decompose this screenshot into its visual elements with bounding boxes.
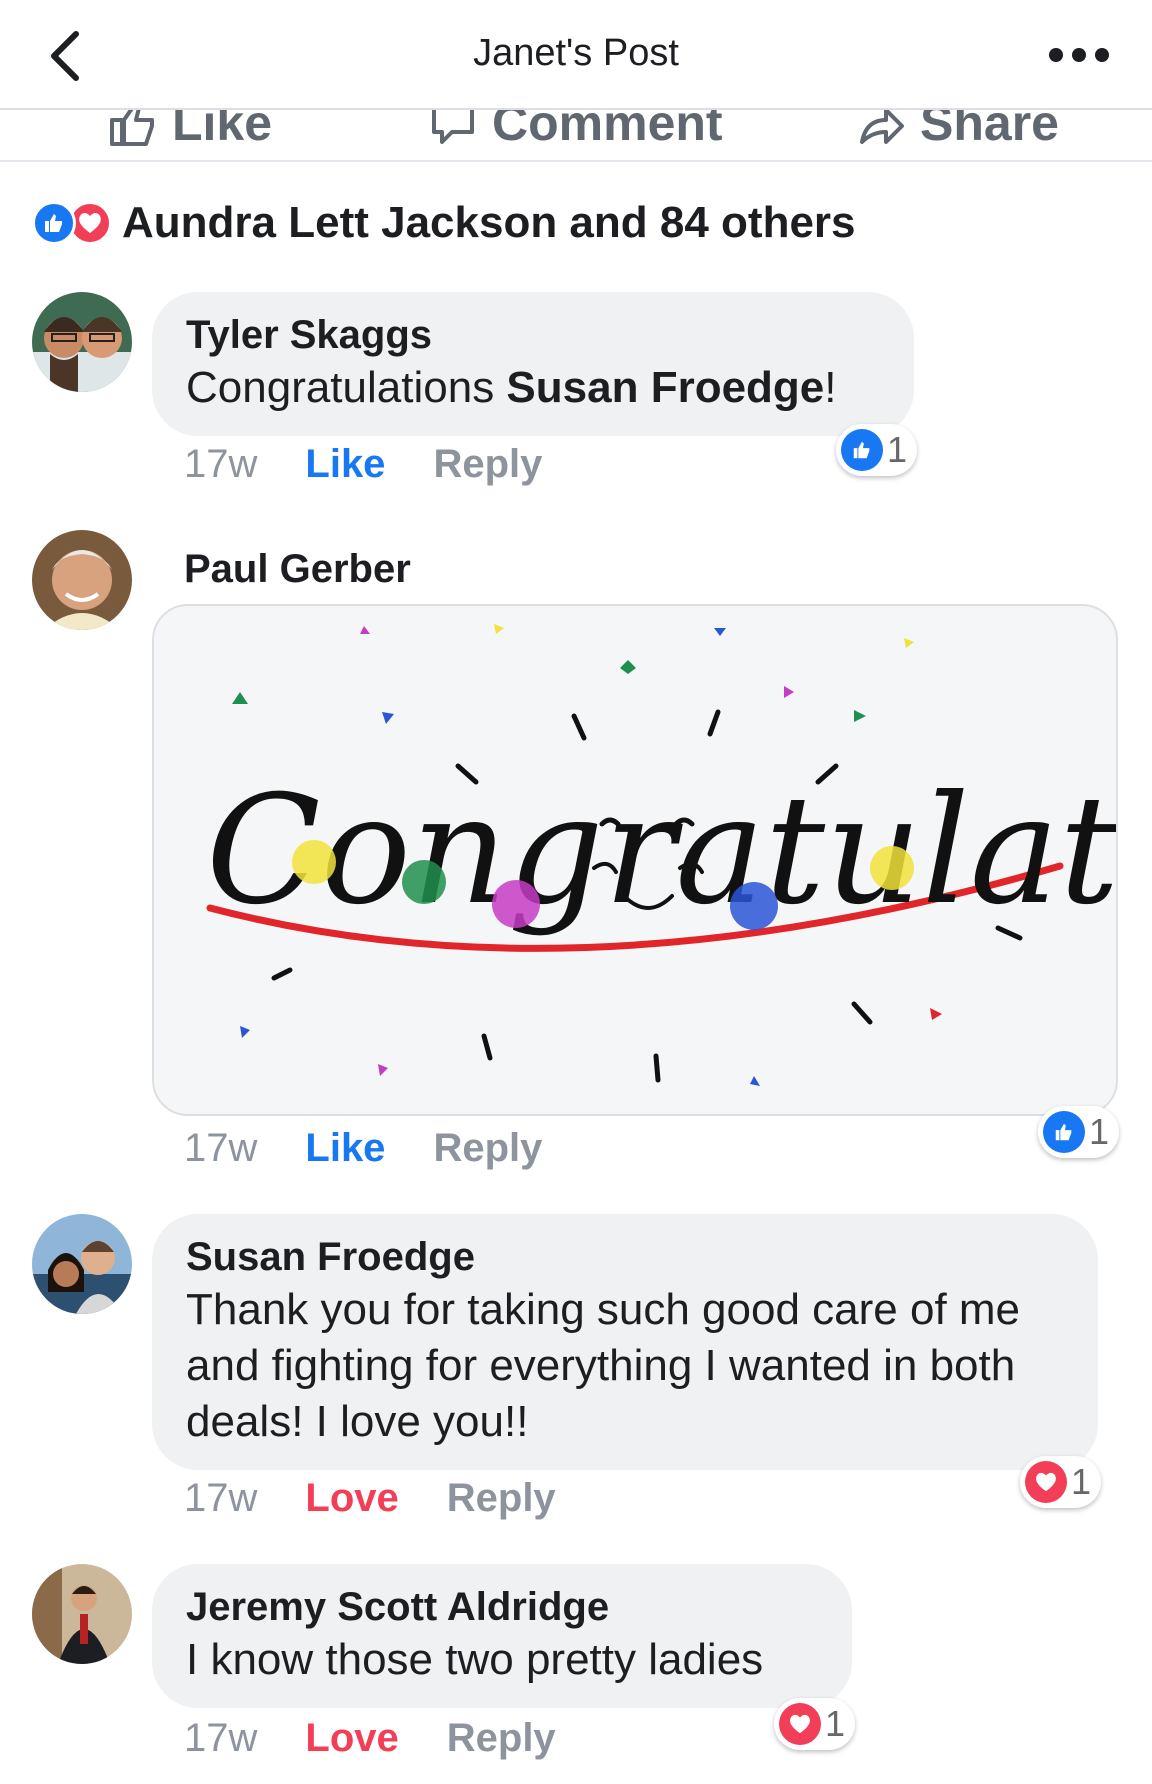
reaction-count: 1 <box>825 1703 846 1744</box>
comment-image-congratulations[interactable]: Congratulations! <box>152 604 1118 1116</box>
comment-action-label: Comment <box>492 110 723 151</box>
comment-reaction-badge[interactable]: 1 <box>774 1698 856 1750</box>
like-action-label: Like <box>172 110 273 151</box>
more-dots-icon <box>1049 48 1109 62</box>
comment-text-start: Congratulations <box>186 363 507 412</box>
reaction-count: 1 <box>1071 1461 1092 1502</box>
like-reaction-icon <box>1043 1111 1085 1153</box>
comment-bubble: Tyler Skaggs Congratulations Susan Froed… <box>152 292 914 436</box>
share-action-button[interactable]: Share <box>856 110 1059 152</box>
avatar[interactable] <box>32 292 132 392</box>
like-reaction-icon <box>32 201 76 245</box>
comment-text: I know those two pretty ladies <box>186 1635 764 1684</box>
reactions-summary[interactable]: Aundra Lett Jackson and 84 others <box>32 198 856 248</box>
comment-text-end: ! <box>824 363 837 412</box>
comment-reply-button[interactable]: Reply <box>433 442 542 487</box>
share-icon <box>860 110 904 144</box>
comment-text: Thank you for taking such good care of m… <box>186 1285 1021 1446</box>
mention-link[interactable]: Susan Froedge <box>506 363 824 412</box>
comment-timestamp: 17w <box>184 1716 258 1760</box>
avatar[interactable] <box>32 1564 132 1664</box>
profile-photo-icon <box>32 1564 132 1664</box>
comment-author[interactable]: Tyler Skaggs <box>186 310 880 360</box>
comment-timestamp: 17w <box>184 442 258 486</box>
comment-meta: 17w Like Reply <box>184 442 542 487</box>
profile-photo-icon <box>32 1214 132 1314</box>
comment-author[interactable]: Jeremy Scott Aldridge <box>186 1582 818 1632</box>
comment-action-button[interactable]: Comment <box>428 110 723 152</box>
comment-love-button[interactable]: Love <box>305 1716 398 1761</box>
share-action-label: Share <box>920 110 1059 151</box>
comment-author[interactable]: Susan Froedge <box>186 1232 1064 1282</box>
comment-meta: 17w Like Reply <box>184 1126 542 1171</box>
comment-reaction-badge[interactable]: 1 <box>1038 1106 1120 1158</box>
love-reaction-icon <box>779 1703 821 1745</box>
profile-photo-icon <box>32 292 132 392</box>
reaction-count: 1 <box>887 429 908 470</box>
comment-meta: 17w Love Reply <box>184 1476 556 1521</box>
comment-reaction-badge[interactable]: 1 <box>1020 1456 1102 1508</box>
comment-meta: 17w Love Reply <box>184 1716 556 1761</box>
love-reaction-icon <box>1025 1461 1067 1503</box>
like-reaction-icon <box>841 429 883 471</box>
post-header: Janet's Post <box>0 0 1152 110</box>
page-title: Janet's Post <box>473 32 679 74</box>
comment-reaction-badge[interactable]: 1 <box>836 424 918 476</box>
comment-like-button[interactable]: Like <box>305 442 385 487</box>
avatar[interactable] <box>32 530 132 630</box>
more-button[interactable] <box>1044 40 1114 70</box>
avatar[interactable] <box>32 1214 132 1314</box>
reactions-summary-text: Aundra Lett Jackson and 84 others <box>122 198 856 247</box>
comment-love-button[interactable]: Love <box>305 1476 398 1521</box>
comment-bubble: Jeremy Scott Aldridge I know those two p… <box>152 1564 852 1708</box>
congratulations-image: Congratulations! <box>206 624 1118 1086</box>
congratulations-image-text: Congratulations! <box>206 764 1118 938</box>
comment-reply-button[interactable]: Reply <box>447 1716 556 1761</box>
profile-photo-icon <box>32 530 132 630</box>
comment-like-button[interactable]: Like <box>305 1126 385 1171</box>
comment-timestamp: 17w <box>184 1476 258 1520</box>
comment-author[interactable]: Paul Gerber <box>184 544 411 594</box>
like-action-button[interactable]: Like <box>108 110 272 152</box>
comment-text: Congratulations Susan Froedge! <box>186 360 880 416</box>
comment-bubble: Susan Froedge Thank you for taking such … <box>152 1214 1098 1470</box>
comment-icon <box>432 110 474 144</box>
thumbs-up-icon <box>110 110 154 146</box>
reaction-count: 1 <box>1089 1111 1110 1152</box>
comment-timestamp: 17w <box>184 1126 258 1170</box>
comment-reply-button[interactable]: Reply <box>433 1126 542 1171</box>
comment-reply-button[interactable]: Reply <box>447 1476 556 1521</box>
